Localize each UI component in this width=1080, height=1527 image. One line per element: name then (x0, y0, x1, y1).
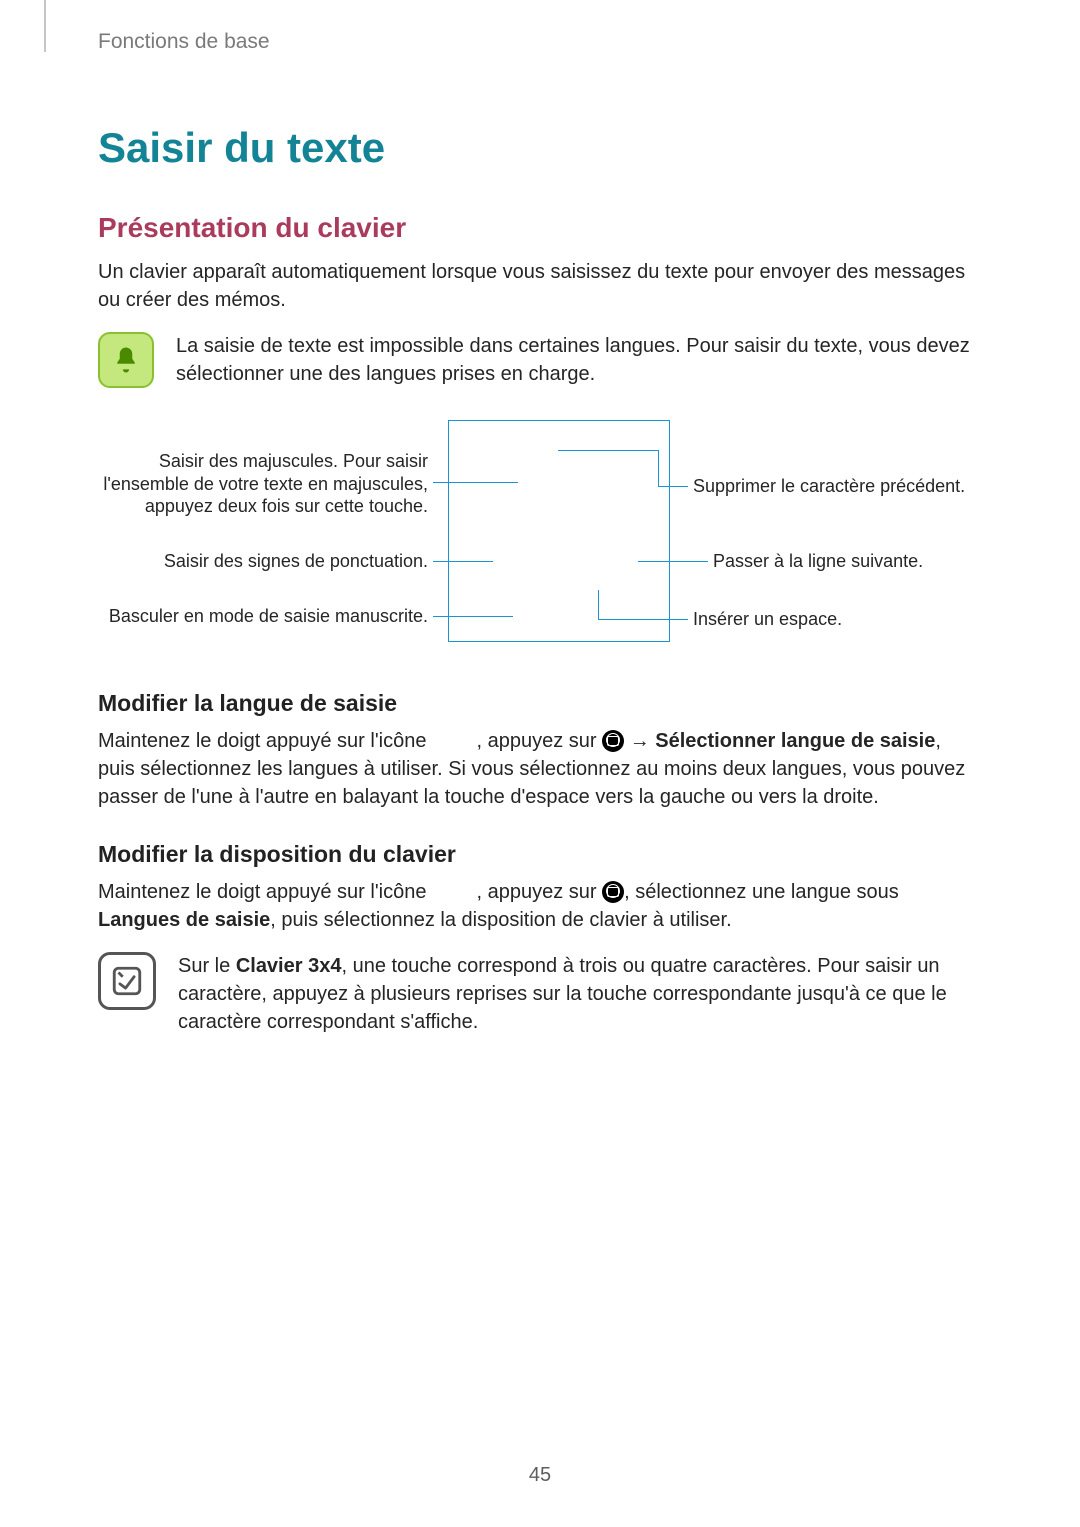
lead-line (658, 450, 659, 486)
callout-space: Insérer un espace. (693, 608, 973, 631)
text-fragment: , appuyez sur (476, 881, 596, 903)
settings-icon (602, 881, 624, 903)
callout-punct: Saisir des signes de ponctuation. (98, 550, 428, 573)
text-fragment: Sur le (178, 955, 230, 977)
text-fragment: , sélectionnez une langue sous (624, 881, 899, 903)
lead-line (458, 482, 518, 483)
note-text: Sur le Clavier 3x4, une touche correspon… (178, 952, 982, 1036)
lead-line (598, 590, 599, 619)
note-block: Sur le Clavier 3x4, une touche correspon… (98, 952, 982, 1036)
arrow: → (630, 730, 650, 752)
subheading-input-language: Modifier la langue de saisie (98, 690, 982, 717)
settings-icon (602, 730, 624, 752)
note-block: La saisie de texte est impossible dans c… (98, 332, 982, 388)
running-header: Fonctions de base (98, 30, 982, 54)
lead-line (433, 616, 513, 617)
subheading-layout: Modifier la disposition du clavier (98, 841, 982, 868)
lead-line (558, 450, 658, 451)
callout-caps: Saisir des majuscules. Pour saisir l'ens… (98, 450, 428, 518)
memo-icon (98, 952, 156, 1010)
note-text: La saisie de texte est impossible dans c… (176, 332, 982, 388)
text-fragment: , appuyez sur (476, 730, 596, 752)
keyboard-diagram: Saisir des majuscules. Pour saisir l'ens… (98, 410, 982, 660)
bell-icon (98, 332, 154, 388)
page-number: 45 (0, 1464, 1080, 1487)
intro-paragraph: Un clavier apparaît automatiquement lors… (98, 258, 982, 314)
document-page: Fonctions de base Saisir du texte Présen… (0, 0, 1080, 1527)
section-heading: Présentation du clavier (98, 212, 982, 244)
lead-line (433, 561, 493, 562)
keyboard-placeholder (448, 420, 670, 642)
callout-newline: Passer à la ligne suivante. (713, 550, 993, 573)
paragraph-input-language: Maintenez le doigt appuyé sur l'icône , … (98, 727, 982, 811)
text-fragment: Maintenez le doigt appuyé sur l'icône (98, 881, 426, 903)
binding-mark (44, 0, 46, 52)
lead-line (598, 619, 688, 620)
bold-text: Clavier 3x4 (236, 955, 342, 977)
lead-line (638, 561, 708, 562)
callout-delete: Supprimer le caractère précédent. (693, 475, 993, 498)
callout-handwrite: Basculer en mode de saisie manuscrite. (98, 605, 428, 628)
bold-text: Sélectionner langue de saisie (655, 730, 935, 752)
paragraph-layout: Maintenez le doigt appuyé sur l'icône , … (98, 878, 982, 934)
lead-line (658, 486, 688, 487)
text-fragment: , puis sélectionnez la disposition de cl… (270, 909, 731, 931)
text-fragment: Maintenez le doigt appuyé sur l'icône (98, 730, 426, 752)
bold-text: Langues de saisie (98, 909, 270, 931)
page-title: Saisir du texte (98, 124, 982, 172)
lead-line (433, 482, 458, 483)
